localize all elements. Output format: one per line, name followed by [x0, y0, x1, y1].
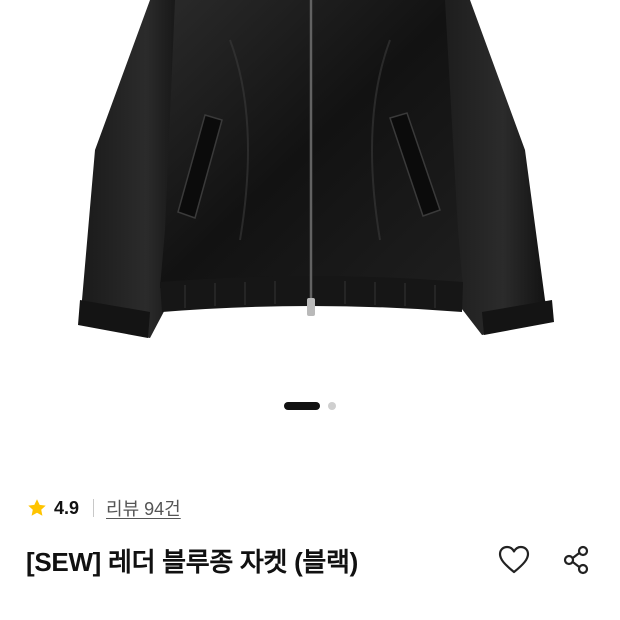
wishlist-button[interactable] — [496, 542, 532, 578]
rating-row: 4.9 리뷰 94건 — [26, 494, 181, 522]
share-button[interactable] — [558, 542, 594, 578]
heart-icon — [498, 545, 530, 574]
carousel-dot-active[interactable] — [284, 402, 320, 410]
review-count-link[interactable]: 리뷰 94건 — [106, 495, 181, 521]
product-actions — [496, 542, 594, 578]
product-title: [SEW] 레더 블루종 자켓 (블랙) — [26, 547, 359, 577]
carousel-indicator[interactable] — [0, 400, 620, 412]
jacket-illustration — [78, 0, 554, 338]
carousel-dot[interactable] — [328, 402, 336, 410]
product-image[interactable] — [0, 0, 620, 380]
divider — [93, 499, 95, 517]
star-icon — [28, 499, 46, 516]
rating-value: 4.9 — [54, 497, 80, 518]
share-icon — [563, 545, 589, 575]
